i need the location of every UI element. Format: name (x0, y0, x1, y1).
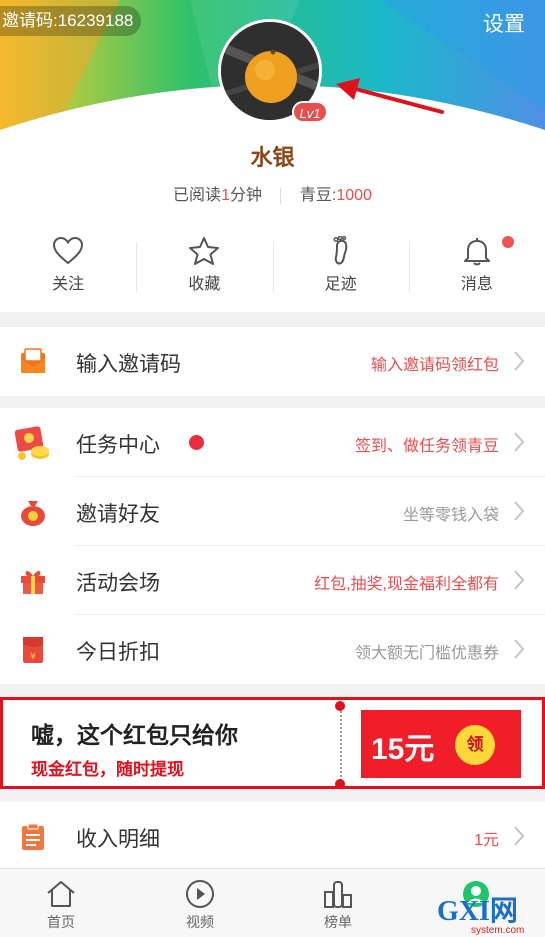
menu-title: 输入邀请码 (76, 353, 181, 376)
banner-subtitle: 现金红包，随时提现 (31, 760, 184, 779)
menu-title: 今日折扣 (76, 641, 160, 664)
chevron-right-icon (514, 432, 525, 452)
username: 水银 (250, 145, 295, 170)
tab-video[interactable]: 视频 (160, 869, 240, 937)
site-watermark: GXI网 system.com (437, 896, 524, 936)
menu-desc: 1元 (474, 832, 499, 849)
red-packet-banner[interactable]: 嘘，这个红包只给你 现金红包，随时提现 15元 领 (0, 697, 545, 789)
stats-divider (280, 187, 282, 204)
chevron-right-icon (514, 351, 525, 371)
menu-desc: 红包,抽奖,现金福利全都有 (314, 576, 499, 593)
banner-title: 嘘，这个红包只给你 (31, 722, 238, 748)
quick-actions: 关注 收藏 足迹 消息 (0, 232, 545, 302)
chevron-right-icon (514, 639, 525, 659)
menu-row-events[interactable]: 活动会场 红包,抽奖,现金福利全都有 (0, 546, 545, 615)
menu-title: 收入明细 (76, 828, 160, 851)
coupon-amount: 15元 (371, 733, 435, 766)
banner-dashed-divider (340, 704, 342, 784)
coupon-card[interactable]: 15元 领 (361, 710, 521, 778)
quick-messages[interactable]: 消息 (408, 232, 545, 302)
beans-value: 1000 (336, 187, 372, 204)
banner-notch-top (335, 701, 345, 711)
banner-notch-bottom (335, 779, 345, 789)
red-envelope-yuan-icon: ¥ (23, 637, 43, 663)
bell-icon (463, 238, 490, 266)
chevron-right-icon (514, 501, 525, 521)
quick-follow-label: 关注 (52, 276, 85, 293)
messages-badge-dot (501, 236, 514, 248)
read-time-prefix: 已阅读 (173, 187, 222, 204)
menu-title: 邀请好友 (76, 503, 160, 526)
chevron-right-icon (514, 826, 525, 846)
reading-stats: 已阅读1分钟 青豆:1000 (0, 181, 545, 205)
menu-row-invite-code[interactable]: 输入邀请码 输入邀请码领红包 (0, 327, 545, 396)
quick-favorites-label: 收藏 (188, 276, 221, 293)
gift-icon (21, 571, 45, 594)
menu-row-invite-friends[interactable]: 邀请好友 坐等零钱入袋 (0, 477, 545, 546)
svg-text:¥: ¥ (30, 652, 36, 662)
profile-header: 邀请码:16239188 设置 Lv1 水银 已阅读1分钟 青豆:1000 关注… (0, 0, 545, 312)
tab-ranking[interactable]: 榜单 (298, 869, 378, 937)
claim-button[interactable]: 领 (455, 725, 495, 765)
menu-row-task-center[interactable]: 任务中心 签到、做任务领青豆 (0, 408, 545, 477)
invite-code-label[interactable]: 邀请码:16239188 (0, 6, 142, 36)
envelope-888-icon (21, 348, 45, 373)
tab-label: 首页 (47, 914, 75, 930)
settings-button[interactable]: 设置 (483, 8, 525, 38)
menu-desc: 领大额无门槛优惠券 (354, 645, 499, 662)
menu-row-income[interactable]: 收入明细 1元 (0, 802, 545, 871)
watermark-site: system.com (471, 925, 524, 936)
tab-label: 榜单 (324, 914, 352, 930)
tab-home[interactable]: 首页 (21, 869, 101, 937)
read-time-suffix: 分钟 (229, 187, 262, 204)
tab-label: 视频 (186, 914, 214, 930)
home-icon (47, 881, 75, 907)
red-arrow-annotation (336, 78, 444, 114)
read-time-value: 1 (221, 187, 230, 204)
menu-desc: 签到、做任务领青豆 (354, 438, 499, 455)
money-bag-icon (21, 501, 45, 526)
watermark-logo: GXI网 (437, 896, 518, 927)
footprint-icon (333, 236, 347, 265)
quick-favorites[interactable]: 收藏 (136, 232, 272, 302)
chevron-right-icon (514, 570, 525, 590)
beans-label: 青豆: (299, 187, 337, 204)
menu-row-discounts[interactable]: ¥ 今日折扣 领大额无门槛优惠券 (0, 615, 545, 684)
quick-history[interactable]: 足迹 (272, 232, 409, 302)
red-packet-coins-icon (14, 426, 49, 460)
level-badge: Lv1 (292, 101, 328, 123)
task-badge-dot (189, 435, 204, 450)
ranking-icon (324, 881, 352, 908)
menu-desc: 坐等零钱入袋 (402, 507, 499, 524)
quick-history-label: 足迹 (324, 276, 357, 293)
play-icon (186, 880, 214, 908)
menu-title: 任务中心 (76, 434, 160, 457)
menu-title: 活动会场 (76, 572, 160, 595)
star-icon (189, 237, 220, 265)
profile-page: 邀请码:16239188 设置 Lv1 水银 已阅读1分钟 青豆:1000 关注… (0, 0, 545, 937)
quick-messages-label: 消息 (460, 276, 493, 293)
heart-icon (53, 236, 84, 265)
menu-desc: 输入邀请码领红包 (370, 357, 499, 374)
quick-follow[interactable]: 关注 (0, 232, 136, 302)
clipboard-icon (22, 823, 44, 850)
